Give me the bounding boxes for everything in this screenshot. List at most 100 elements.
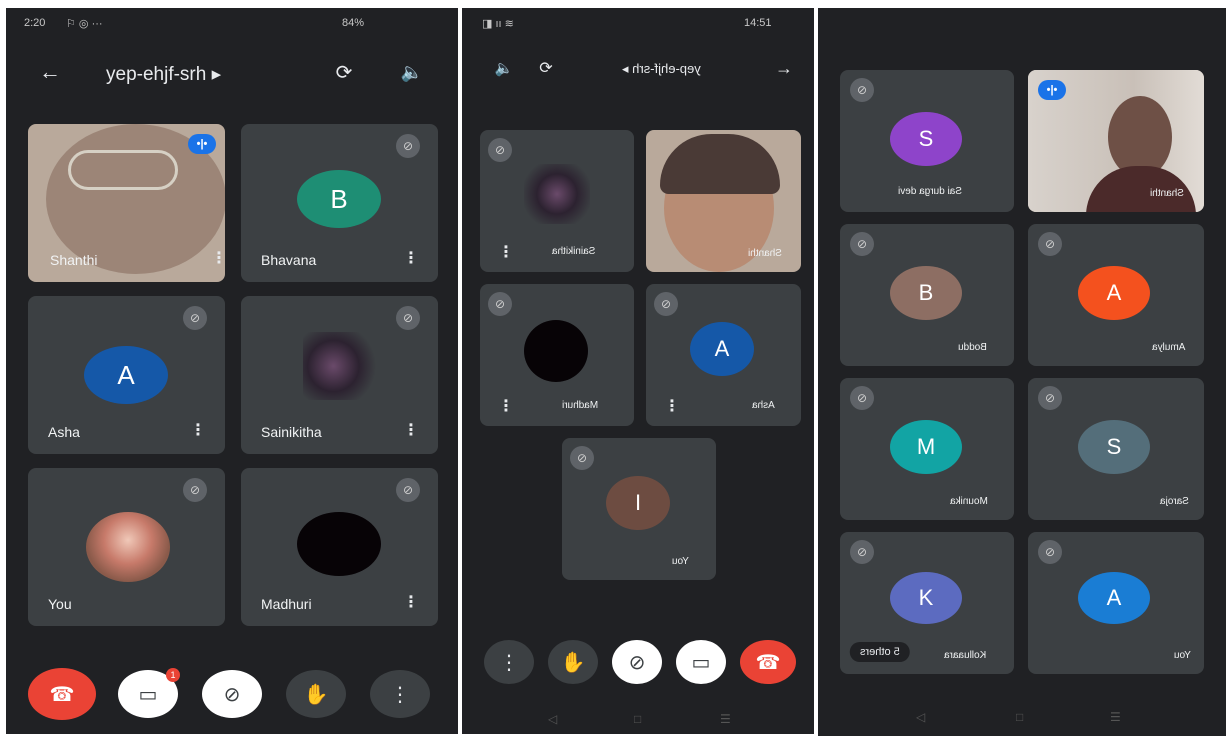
- mic-off-icon: ⊘: [850, 78, 874, 102]
- mic-off-icon: ⊘: [850, 232, 874, 256]
- participant-name: Mounika: [950, 496, 988, 507]
- nav-home-icon[interactable]: □: [634, 712, 641, 726]
- more-options-button[interactable]: ⋮: [484, 640, 534, 684]
- hair-shape: [660, 134, 780, 194]
- avatar: I: [606, 476, 670, 530]
- mic-off-icon: ⊘: [183, 306, 207, 330]
- participant-tile-you[interactable]: ⊘ You: [28, 468, 225, 626]
- participant-name: Shanthi: [1150, 188, 1184, 199]
- participant-name: Madhuri: [562, 400, 599, 411]
- meeting-topbar: 🔈 ⟳ yep-ehjf-srh ▸ →: [462, 52, 814, 88]
- end-call-button[interactable]: ☎: [740, 640, 796, 684]
- participant-tile-asha[interactable]: ⊘ A Asha ⋮: [28, 296, 225, 454]
- raise-hand-button[interactable]: ✋: [548, 640, 598, 684]
- mic-off-icon: ⊘: [654, 292, 678, 316]
- avatar: K: [890, 572, 962, 624]
- participant-name: Saroja: [1160, 496, 1189, 507]
- participant-tile-asha[interactable]: ⊘ A ⋮ Asha: [646, 284, 801, 426]
- participant-name: Boddu: [958, 342, 987, 353]
- status-bar: 2:20 ⚐ ◎ ··· 84%: [6, 8, 458, 38]
- camera-toggle-button[interactable]: ▭: [676, 640, 726, 684]
- nav-back-icon[interactable]: ◁: [548, 712, 557, 726]
- participant-tile-amulya[interactable]: ⊘ A Amulya: [1028, 224, 1204, 366]
- mic-off-icon: ⊘: [396, 306, 420, 330]
- profile-picture: [297, 512, 381, 576]
- participant-tile-sainikitha[interactable]: ⊘ Sainikitha ⋮: [241, 296, 438, 454]
- participant-name: Sainikitha: [261, 424, 322, 440]
- participant-tile-sainikitha[interactable]: ⊘ ⋮ Sainikitha: [480, 130, 634, 272]
- status-battery: 84%: [342, 17, 365, 29]
- participant-name: Asha: [48, 424, 80, 440]
- meeting-topbar: ← yep-ehjf-srh ▸ ⟳ 🔈: [6, 54, 458, 94]
- avatar: A: [84, 346, 168, 404]
- nav-back-icon[interactable]: ◁: [916, 710, 925, 724]
- nav-menu-icon[interactable]: ☰: [720, 712, 731, 726]
- avatar: A: [690, 322, 754, 376]
- back-arrow-icon[interactable]: ←: [36, 58, 64, 86]
- profile-picture: [524, 320, 588, 382]
- avatar: S: [1078, 420, 1150, 474]
- mic-off-icon: ⊘: [223, 683, 241, 706]
- mic-off-icon: ⊘: [628, 651, 646, 674]
- participant-tile-saroja[interactable]: ⊘ S Saroja: [1028, 378, 1204, 520]
- participant-name: Amulya: [1152, 342, 1186, 353]
- mic-toggle-button[interactable]: ⊘: [612, 640, 662, 684]
- forward-arrow-icon[interactable]: →: [772, 56, 796, 80]
- avatar: A: [1078, 572, 1150, 624]
- more-options-icon[interactable]: ⋮: [403, 592, 419, 612]
- participant-tile-kolluaara[interactable]: ⊘ K Kolluaara 5 others: [840, 532, 1014, 674]
- participant-name: Sai durga devi: [898, 186, 962, 197]
- avatar: B: [297, 170, 381, 228]
- mic-off-icon: ⊘: [1038, 540, 1062, 564]
- participant-tile-mounika[interactable]: ⊘ M Mounika: [840, 378, 1014, 520]
- mic-toggle-button[interactable]: ⊘: [202, 670, 262, 718]
- phone-hangup-icon: ☎: [49, 683, 75, 706]
- participant-name: Shanthi: [748, 248, 782, 259]
- participant-tile-madhuri[interactable]: ⊘ ⋮ Madhuri: [480, 284, 634, 426]
- participant-name: Shanthi: [50, 252, 98, 268]
- participant-tile-shanthi[interactable]: Shanthi: [646, 130, 801, 272]
- more-options-icon[interactable]: ⋮: [498, 396, 514, 416]
- switch-camera-icon[interactable]: ⟳: [534, 56, 558, 80]
- participant-tile-shanthi[interactable]: •|• Shanthi ⋮: [28, 124, 225, 282]
- participant-name: Bhavana: [261, 252, 317, 268]
- raise-hand-button[interactable]: ✋: [286, 670, 346, 718]
- more-options-icon[interactable]: ⋮: [211, 248, 225, 268]
- more-options-icon[interactable]: ⋮: [190, 420, 206, 440]
- participant-tile-sai-durga-devi[interactable]: ⊘ S Sai durga devi: [840, 70, 1014, 212]
- participant-name: Asha: [752, 400, 775, 411]
- speaker-icon[interactable]: 🔈: [492, 56, 516, 80]
- nav-home-icon[interactable]: □: [1016, 710, 1023, 724]
- speaker-icon[interactable]: 🔈: [398, 58, 426, 86]
- notification-badge: 1: [166, 668, 180, 682]
- participant-tile-you[interactable]: ⊘ I You: [562, 438, 716, 580]
- more-options-icon[interactable]: ⋮: [498, 242, 514, 262]
- others-count-chip[interactable]: 5 others: [850, 642, 910, 662]
- mic-off-icon: ⊘: [396, 134, 420, 158]
- participant-tile-bhavana[interactable]: ⊘ B Bhavana ⋮: [241, 124, 438, 282]
- camera-off-icon: ▭: [138, 683, 158, 706]
- more-options-button[interactable]: ⋮: [370, 670, 430, 718]
- mic-off-icon: ⊘: [570, 446, 594, 470]
- switch-camera-icon[interactable]: ⟳: [330, 58, 358, 86]
- avatar: A: [1078, 266, 1150, 320]
- participant-tile-you[interactable]: ⊘ A You: [1028, 532, 1204, 674]
- participant-tile-shanthi[interactable]: •|• Shanthi: [1028, 70, 1204, 212]
- mic-off-icon: ⊘: [1038, 232, 1062, 256]
- end-call-button[interactable]: ☎: [28, 668, 96, 720]
- participant-tile-boddu[interactable]: ⊘ B Boddu: [840, 224, 1014, 366]
- profile-picture: [303, 332, 379, 400]
- status-icons: ⚐ ◎ ···: [66, 18, 103, 30]
- camera-off-icon: ▭: [691, 651, 711, 674]
- mic-off-icon: ⊘: [183, 478, 207, 502]
- meeting-code[interactable]: yep-ehjf-srh ▸: [106, 63, 221, 86]
- participant-name: Kolluaara: [944, 650, 987, 661]
- participant-tile-madhuri[interactable]: ⊘ Madhuri ⋮: [241, 468, 438, 626]
- speaking-indicator-icon: •|•: [1038, 80, 1066, 100]
- nav-menu-icon[interactable]: ☰: [1110, 710, 1121, 724]
- meeting-code[interactable]: yep-ehjf-srh ▸: [622, 61, 701, 77]
- avatar: B: [890, 266, 962, 320]
- more-options-icon[interactable]: ⋮: [664, 396, 680, 416]
- more-options-icon[interactable]: ⋮: [403, 420, 419, 440]
- more-options-icon[interactable]: ⋮: [403, 248, 419, 268]
